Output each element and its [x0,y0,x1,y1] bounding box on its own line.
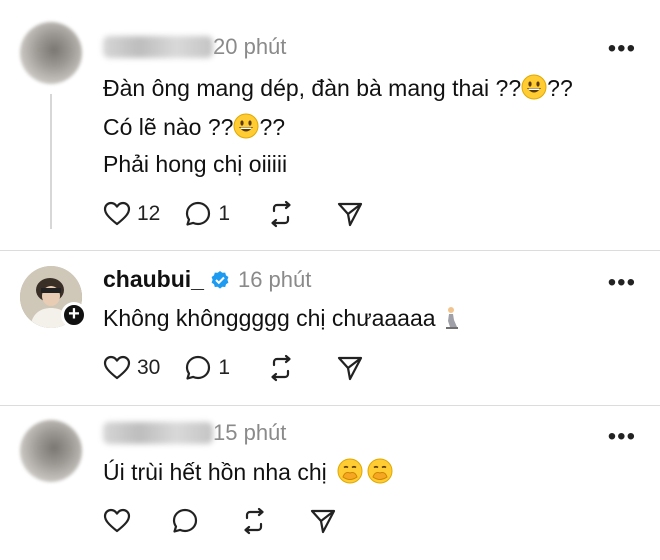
follow-button[interactable]: + [61,302,87,328]
heart-icon [103,508,131,534]
repost-button[interactable] [239,507,269,535]
share-button[interactable] [309,507,337,535]
divider [0,405,660,406]
blurred-username[interactable] [103,36,213,58]
repost-icon [266,354,296,382]
action-bar: 12 1 [103,200,388,228]
comment-icon [184,354,212,382]
reply-button[interactable] [171,507,199,535]
hand-over-mouth-emoji-icon [367,458,393,490]
person-kneeling-emoji-icon [442,306,460,336]
send-icon [336,200,364,228]
repost-icon [239,507,269,535]
heart-icon [103,355,131,381]
hand-over-mouth-emoji-icon [337,458,363,490]
share-button[interactable] [336,200,364,228]
reply-count: 1 [218,202,231,225]
comment-text-line: Đàn ông mang dép, đàn bà mang thai ???? [103,74,573,106]
like-button[interactable]: 30 [103,355,160,381]
like-button[interactable] [103,508,131,534]
grinning-emoji-icon [521,74,547,106]
action-bar [103,507,361,535]
comment-icon [184,200,212,228]
avatar[interactable] [20,22,82,84]
reply-button[interactable]: 1 [184,200,230,228]
grinning-emoji-icon [233,113,259,145]
comment-text-line: Úi trùi hết hồn nha chị [103,458,393,490]
timestamp: 15 phút [213,420,287,445]
comment-text-line: Có lẽ nào ???? [103,113,285,145]
repost-button[interactable] [266,354,296,382]
comment-header: 15 phút [103,420,286,446]
divider [0,250,660,251]
action-bar: 30 1 [103,354,388,382]
comment-text-line: Phải hong chị oiiiii [103,151,288,177]
username[interactable]: chaubui_ [103,266,204,293]
repost-button[interactable] [266,200,296,228]
thread-line [50,94,52,229]
avatar[interactable] [20,420,82,482]
blurred-username[interactable] [103,422,213,444]
more-icon[interactable]: ••• [608,425,636,449]
reply-count: 1 [218,356,231,379]
like-count: 12 [137,202,161,225]
heart-icon [103,201,131,227]
send-icon [336,354,364,382]
comment-icon [171,507,199,535]
timestamp: 20 phút [213,34,287,59]
send-icon [309,507,337,535]
comment-text-line: Không khônggggg chị chưaaaaa [103,305,460,336]
repost-icon [266,200,296,228]
like-count: 30 [137,356,161,379]
timestamp: 16 phút [237,266,312,292]
share-button[interactable] [336,354,364,382]
more-icon[interactable]: ••• [608,271,636,295]
more-icon[interactable]: ••• [608,37,636,61]
reply-button[interactable]: 1 [184,354,230,382]
comment-header: 20 phút [103,34,286,60]
verified-badge-icon [210,270,230,290]
comment-header: chaubui_ 16 phút [103,266,311,293]
like-button[interactable]: 12 [103,201,160,227]
